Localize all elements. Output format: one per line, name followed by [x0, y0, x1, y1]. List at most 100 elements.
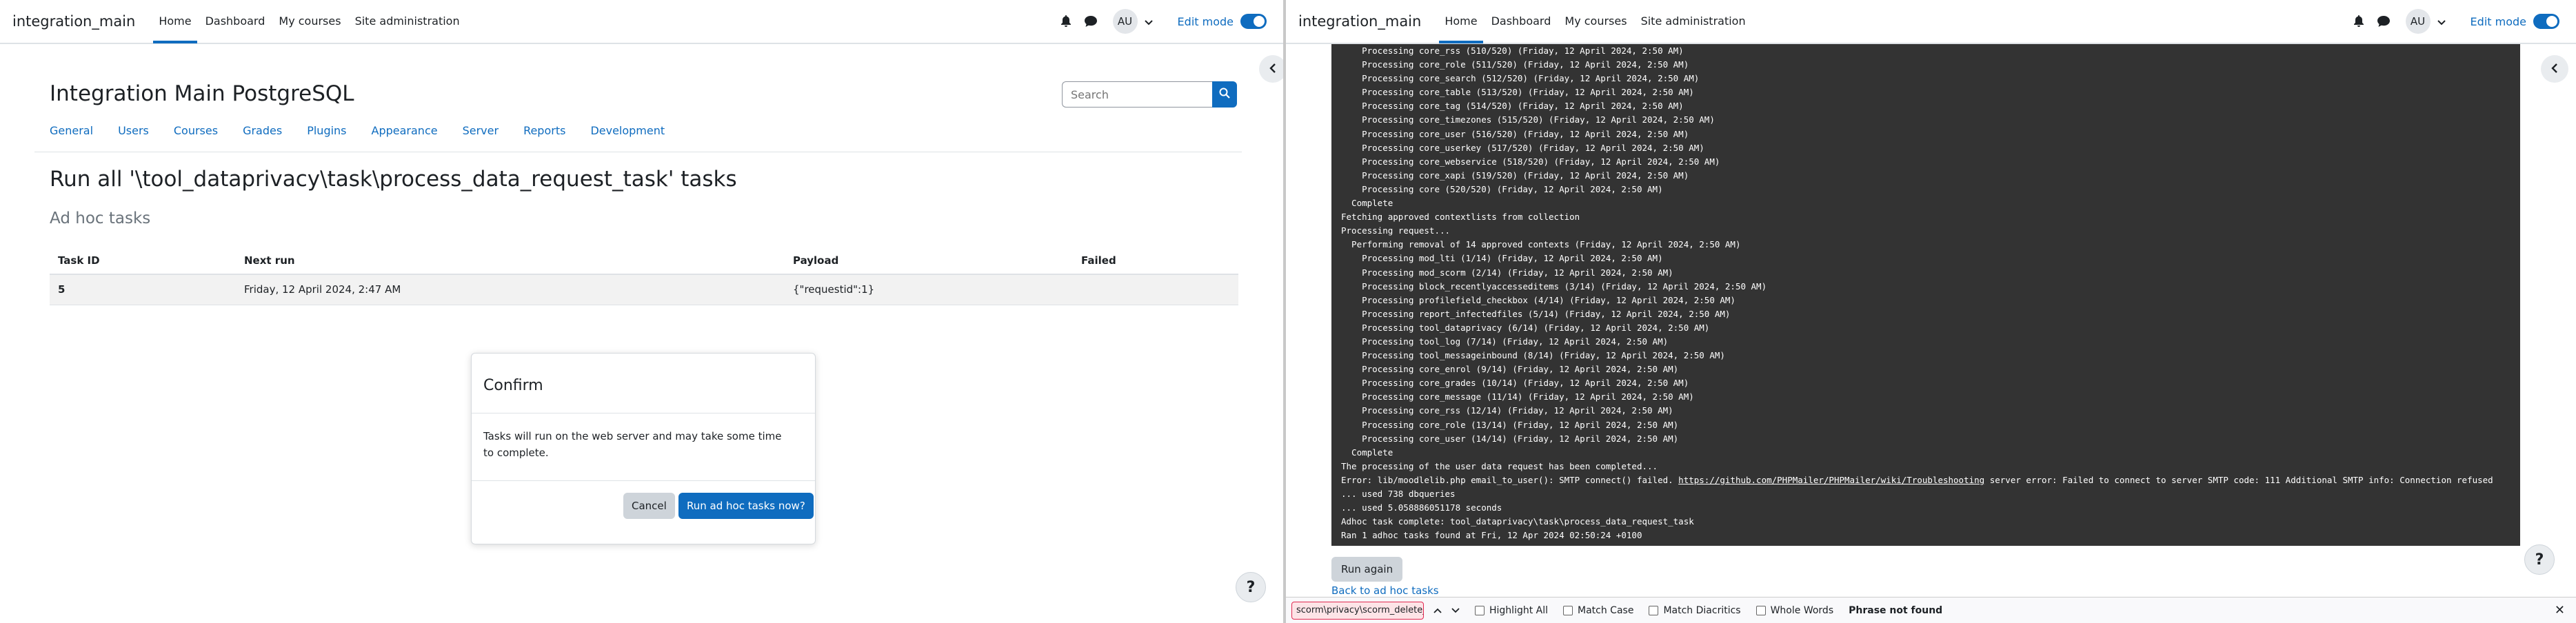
console-line: Adhoc task complete: tool_dataprivacy\ta…	[1341, 516, 1694, 527]
run-again-button[interactable]: Run again	[1331, 557, 1403, 582]
find-previous-icon[interactable]	[1433, 605, 1442, 616]
messages-icon[interactable]	[1084, 14, 1098, 28]
column-payload: Payload	[785, 247, 1073, 275]
top-navbar: integration_main Home Dashboard My cours…	[0, 0, 1283, 44]
tab-reports[interactable]: Reports	[523, 124, 565, 137]
run-adhoc-tasks-button[interactable]: Run ad hoc tasks now?	[678, 493, 814, 519]
console-line: Processing tool_log (7/14) (Friday, 12 A…	[1341, 336, 1669, 347]
console-line: Processing core_user (14/14) (Friday, 12…	[1341, 433, 1679, 444]
console-tail: ... used 738 dbqueries ... used 5.0588860…	[1331, 487, 2520, 542]
back-to-adhoc-tasks-link[interactable]: Back to ad hoc tasks	[1331, 584, 1439, 597]
console-line: The processing of the user data request …	[1341, 460, 1658, 471]
nav-home[interactable]: Home	[1439, 0, 1483, 43]
bell-icon[interactable]	[1059, 14, 1073, 28]
tab-appearance[interactable]: Appearance	[372, 124, 438, 137]
drawer-toggle-button[interactable]	[1259, 55, 1283, 83]
task-output-console: Processing core_rss (510/520) (Friday, 1…	[1331, 44, 2520, 546]
table-row: 5 Friday, 12 April 2024, 2:47 AM {"reque…	[50, 274, 1238, 305]
option-label: Highlight All	[1489, 604, 1549, 616]
highlight-all-checkbox[interactable]: Highlight All	[1475, 605, 1548, 616]
edit-mode-toggle[interactable]	[2533, 14, 2559, 29]
tab-courses[interactable]: Courses	[174, 124, 218, 137]
find-input[interactable]: scorm\privacy\scorm_delete_tracks()	[1291, 601, 1424, 620]
console-line: Fetching approved contextlists from coll…	[1341, 212, 1580, 223]
console-error-line: Error: lib/moodlelib.php email_to_user()…	[1331, 473, 2520, 487]
console-line: Complete	[1341, 198, 1393, 209]
user-avatar[interactable]: AU	[1112, 9, 1138, 34]
search-input[interactable]	[1062, 81, 1212, 108]
edit-mode-label: Edit mode	[1177, 14, 1234, 28]
console-line: ... used 5.058886051178 seconds	[1341, 502, 1502, 513]
chevron-down-icon[interactable]	[1144, 15, 1153, 28]
drawer-toggle-button[interactable]	[2541, 55, 2568, 83]
match-diacritics-checkbox[interactable]: Match Diacritics	[1649, 605, 1741, 616]
chevron-left-icon	[2551, 63, 2558, 76]
cell-payload: {"requestid":1}	[785, 274, 1073, 305]
bell-icon[interactable]	[2352, 14, 2366, 28]
search-button[interactable]	[1212, 81, 1237, 108]
console-line: Processing core_enrol (9/14) (Friday, 12…	[1341, 364, 1679, 375]
tab-general[interactable]: General	[50, 124, 93, 137]
cell-next-run: Friday, 12 April 2024, 2:47 AM	[236, 274, 785, 305]
help-button[interactable]: ?	[1236, 572, 1266, 602]
find-next-icon[interactable]	[1451, 605, 1460, 616]
nav-home[interactable]: Home	[153, 0, 197, 43]
page-heading: Run all '\tool_dataprivacy\task\process_…	[50, 167, 737, 192]
tab-development[interactable]: Development	[590, 124, 665, 137]
section-heading: Ad hoc tasks	[50, 210, 151, 227]
console-line: Processing core_webservice (518/520) (Fr…	[1341, 156, 1720, 167]
option-label: Whole Words	[1770, 604, 1834, 616]
close-icon[interactable]: ✕	[2555, 603, 2565, 617]
nav-site-administration[interactable]: Site administration	[1641, 0, 1746, 43]
chevron-down-icon[interactable]	[2437, 15, 2446, 28]
console-line: Processing core_userkey (517/520) (Frida…	[1341, 142, 1704, 153]
nav-dashboard[interactable]: Dashboard	[1491, 0, 1551, 43]
error-suffix: server error: Failed to connect to serve…	[1984, 474, 2493, 485]
nav-dashboard[interactable]: Dashboard	[205, 0, 265, 43]
site-title: Integration Main PostgreSQL	[50, 81, 354, 106]
console-line: Processing core_tag (514/520) (Friday, 1…	[1341, 101, 1684, 112]
console-line: Processing block_recentlyaccesseditems (…	[1341, 280, 1767, 292]
tab-users[interactable]: Users	[118, 124, 149, 137]
checkbox-box[interactable]	[1563, 605, 1573, 615]
checkbox-box[interactable]	[1475, 605, 1485, 615]
site-brand[interactable]: integration_main	[1298, 13, 1421, 30]
chevron-left-icon	[1269, 63, 1276, 76]
left-browser-pane: integration_main Home Dashboard My cours…	[0, 0, 1283, 623]
console-line: Processing core_table (513/520) (Friday,…	[1341, 87, 1694, 98]
top-navbar: integration_main Home Dashboard My cours…	[1286, 0, 2576, 44]
cancel-button[interactable]: Cancel	[623, 493, 675, 519]
tab-plugins[interactable]: Plugins	[307, 124, 346, 137]
nav-site-administration[interactable]: Site administration	[355, 0, 460, 43]
tab-server[interactable]: Server	[463, 124, 499, 137]
console-line: Processing core_message (11/14) (Friday,…	[1341, 391, 1694, 402]
troubleshooting-link[interactable]: https://github.com/PHPMailer/PHPMailer/w…	[1678, 475, 1984, 485]
user-avatar[interactable]: AU	[2405, 9, 2431, 34]
tab-grades[interactable]: Grades	[243, 124, 282, 137]
console-line: Processing mod_scorm (2/14) (Friday, 12 …	[1341, 267, 1673, 278]
column-next-run: Next run	[236, 247, 785, 275]
console-line: Processing mod_lti (1/14) (Friday, 12 Ap…	[1341, 253, 1663, 264]
messages-icon[interactable]	[2377, 14, 2391, 28]
nav-my-courses[interactable]: My courses	[1564, 0, 1627, 43]
adhoc-tasks-table: Task ID Next run Payload Failed 5 Friday…	[50, 247, 1238, 305]
column-failed: Failed	[1073, 247, 1238, 275]
search-form	[1062, 81, 1237, 108]
console-line: Processing core_search (512/520) (Friday…	[1341, 73, 1700, 84]
checkbox-box[interactable]	[1649, 605, 1659, 615]
console-line: Processing core_role (511/520) (Friday, …	[1341, 59, 1689, 70]
site-brand[interactable]: integration_main	[12, 13, 135, 30]
console-line: Performing removal of 14 approved contex…	[1341, 239, 1741, 250]
column-task-id: Task ID	[50, 247, 236, 275]
cell-task-id: 5	[50, 274, 236, 305]
whole-words-checkbox[interactable]: Whole Words	[1755, 604, 1834, 616]
help-button[interactable]: ?	[2524, 544, 2555, 575]
nav-my-courses[interactable]: My courses	[279, 0, 341, 43]
match-case-checkbox[interactable]: Match Case	[1563, 605, 1633, 616]
console-line: Processing core_rss (12/14) (Friday, 12 …	[1341, 405, 1673, 416]
console-line: Processing tool_dataprivacy (6/14) (Frid…	[1341, 322, 1710, 333]
console-line: Processing core_timezones (515/520) (Fri…	[1341, 114, 1715, 125]
error-prefix: Error: lib/moodlelib.php email_to_user()…	[1341, 474, 1679, 485]
edit-mode-toggle[interactable]	[1240, 14, 1267, 29]
checkbox-box[interactable]	[1755, 605, 1766, 615]
